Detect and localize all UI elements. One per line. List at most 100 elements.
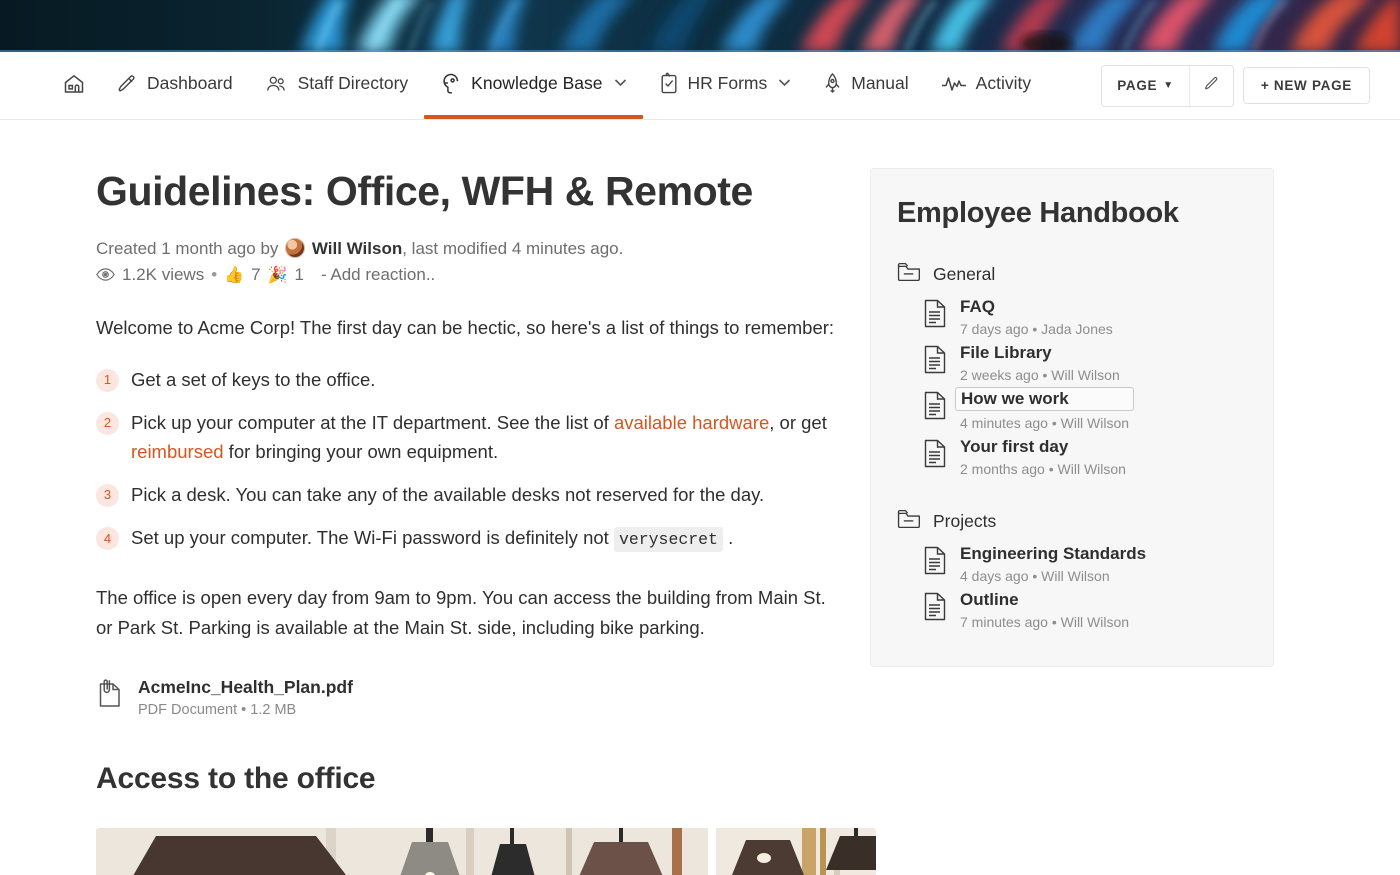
main-navigation: Dashboard Staff Directory Knowledge Base…	[0, 52, 1400, 120]
step-text-mid: , or get	[769, 411, 827, 433]
doc-text: FAQ 7 days ago • Jada Jones	[960, 297, 1113, 337]
page-title: Guidelines: Office, WFH & Remote	[96, 168, 753, 214]
meta-author-name[interactable]: Will Wilson	[312, 239, 402, 258]
steps-list: 1 Get a set of keys to the office. 2 Pic…	[96, 365, 840, 554]
document-icon	[923, 546, 947, 580]
people-icon	[265, 73, 289, 95]
sidebar-column: Employee Handbook General FAQ 7 days ago…	[870, 120, 1274, 875]
home-icon	[62, 72, 86, 96]
panel-title: Employee Handbook	[897, 197, 1179, 229]
gallery-image-1[interactable]	[96, 828, 708, 875]
list-item[interactable]: FAQ 7 days ago • Jada Jones	[897, 297, 1247, 337]
nav-item-activity[interactable]: Activity	[925, 55, 1047, 116]
list-item[interactable]: Engineering Standards 4 days ago • Will …	[897, 544, 1247, 584]
sidebar-item-home[interactable]	[62, 54, 100, 118]
doc-text: Your first day 2 months ago • Will Wilso…	[960, 437, 1126, 477]
doc-title-focused: How we work	[955, 387, 1135, 411]
avatar	[285, 238, 306, 259]
nav-label-staff-directory: Staff Directory	[297, 73, 409, 93]
list-item-active[interactable]: How we work 4 minutes ago • Will Wilson	[897, 387, 1247, 431]
article-column: Guidelines: Office, WFH & Remote Created…	[0, 120, 876, 875]
step-number: 3	[96, 484, 119, 508]
step-number: 4	[96, 527, 119, 551]
wifi-password-code: verysecret	[613, 527, 723, 553]
list-item[interactable]: Your first day 2 months ago • Will Wilso…	[897, 437, 1247, 477]
doc-title: FAQ	[960, 297, 995, 316]
step-text: Set up your computer. The Wi-Fi password…	[131, 523, 733, 553]
view-count: 1.2K views	[122, 264, 205, 284]
nav-item-knowledge-base[interactable]: Knowledge Base	[424, 54, 643, 119]
attachment-type: PDF Document	[138, 702, 238, 719]
folder-icon	[897, 509, 922, 534]
article-stats-row: 1.2K views • 👍 7 🎉 1 - Add reaction..	[96, 265, 840, 285]
party-popper-icon[interactable]: 🎉	[268, 265, 288, 285]
folder-label: General	[933, 264, 996, 284]
step-text: Get a set of keys to the office.	[131, 368, 376, 390]
nav-label-activity: Activity	[975, 73, 1032, 93]
party-popper-count: 1	[294, 264, 304, 284]
nav-label-hr-forms: HR Forms	[687, 73, 768, 93]
doc-meta: 4 minutes ago • Will Wilson	[960, 415, 1130, 431]
nav-item-manual[interactable]: Manual	[807, 54, 924, 117]
attachment-text: AcmeInc_Health_Plan.pdf PDF Document • 1…	[138, 677, 353, 718]
doc-title: Your first day	[960, 437, 1069, 456]
edit-page-button[interactable]	[1188, 65, 1233, 106]
article-meta: Created 1 month ago by Will Wilson, last…	[96, 233, 840, 264]
list-item: 2 Pick up your computer at the IT depart…	[96, 408, 840, 466]
page-body: Guidelines: Office, WFH & Remote Created…	[0, 120, 1400, 875]
doc-title: Engineering Standards	[960, 544, 1147, 563]
add-reaction-button[interactable]: - Add reaction..	[321, 265, 435, 285]
step-text-post: for bringing your own equipment.	[223, 440, 499, 462]
thumbs-up-icon[interactable]: 👍	[224, 265, 244, 285]
doc-title: Outline	[960, 590, 1019, 609]
step-number: 2	[96, 411, 119, 435]
doc-text: How we work 4 minutes ago • Will Wilson	[955, 387, 1135, 431]
doc-meta: 7 days ago • Jada Jones	[960, 321, 1113, 337]
list-item[interactable]: Outline 7 minutes ago • Will Wilson	[897, 590, 1247, 630]
attachment-item[interactable]: AcmeInc_Health_Plan.pdf PDF Document • 1…	[96, 677, 840, 718]
nav-label-knowledge-base: Knowledge Base	[471, 73, 603, 93]
list-item: 3 Pick a desk. You can take any of the a…	[96, 480, 840, 509]
sidebar-folder-projects[interactable]: Projects	[897, 509, 1247, 534]
nav-item-hr-forms[interactable]: HR Forms	[643, 54, 808, 117]
doc-text: File Library 2 weeks ago • Will Wilson	[960, 343, 1120, 383]
header-banner-image	[0, 0, 1400, 52]
doc-text: Outline 7 minutes ago • Will Wilson	[960, 590, 1129, 630]
nav-item-staff-directory[interactable]: Staff Directory	[249, 55, 425, 117]
sidebar-folder-general[interactable]: General	[897, 262, 1247, 287]
list-item[interactable]: File Library 2 weeks ago • Will Wilson	[897, 343, 1247, 383]
step-number: 1	[96, 368, 119, 392]
doc-meta: 2 weeks ago • Will Wilson	[960, 367, 1120, 383]
stats-separator: •	[211, 264, 218, 284]
rocket-icon	[823, 72, 842, 95]
chevron-down-icon-hr[interactable]	[778, 78, 791, 90]
page-button-group: PAGE ▼	[1101, 64, 1234, 107]
meta-created-label: Created 1 month ago by	[96, 239, 279, 259]
chevron-down-icon[interactable]	[614, 78, 627, 90]
page-dropdown-label: PAGE	[1117, 78, 1158, 93]
nav-actions: PAGE ▼ + NEW PAGE	[1101, 64, 1370, 107]
pulse-icon	[941, 75, 967, 93]
doc-meta: 2 months ago • Will Wilson	[960, 461, 1126, 477]
nav-label-dashboard: Dashboard	[147, 73, 233, 93]
nav-label-manual: Manual	[851, 73, 909, 93]
doc-meta: 7 minutes ago • Will Wilson	[960, 614, 1130, 630]
doc-list-general: FAQ 7 days ago • Jada Jones File Library	[897, 297, 1247, 477]
thumbs-up-count: 7	[251, 264, 261, 284]
available-hardware-link[interactable]: available hardware	[614, 412, 769, 433]
gallery-image-2[interactable]	[716, 828, 876, 875]
doc-title: File Library	[960, 343, 1052, 362]
page-dropdown-button[interactable]: PAGE ▼	[1102, 66, 1189, 106]
new-page-button[interactable]: + NEW PAGE	[1242, 67, 1370, 104]
folder-label: Projects	[933, 511, 997, 531]
meta-modified-label: , last modified 4 minutes ago.	[402, 239, 624, 259]
doc-text: Engineering Standards 4 days ago • Will …	[960, 544, 1146, 584]
lightbulb-head-icon	[440, 72, 462, 96]
nav-item-dashboard[interactable]: Dashboard	[100, 55, 249, 117]
banner-artwork	[0, 0, 1400, 52]
attachment-filename: AcmeInc_Health_Plan.pdf	[138, 677, 353, 698]
pen-icon	[116, 73, 138, 95]
reimbursed-link[interactable]: reimbursed	[131, 441, 224, 462]
caret-down-icon: ▼	[1163, 80, 1174, 91]
employee-handbook-panel: Employee Handbook General FAQ 7 days ago…	[870, 168, 1274, 667]
